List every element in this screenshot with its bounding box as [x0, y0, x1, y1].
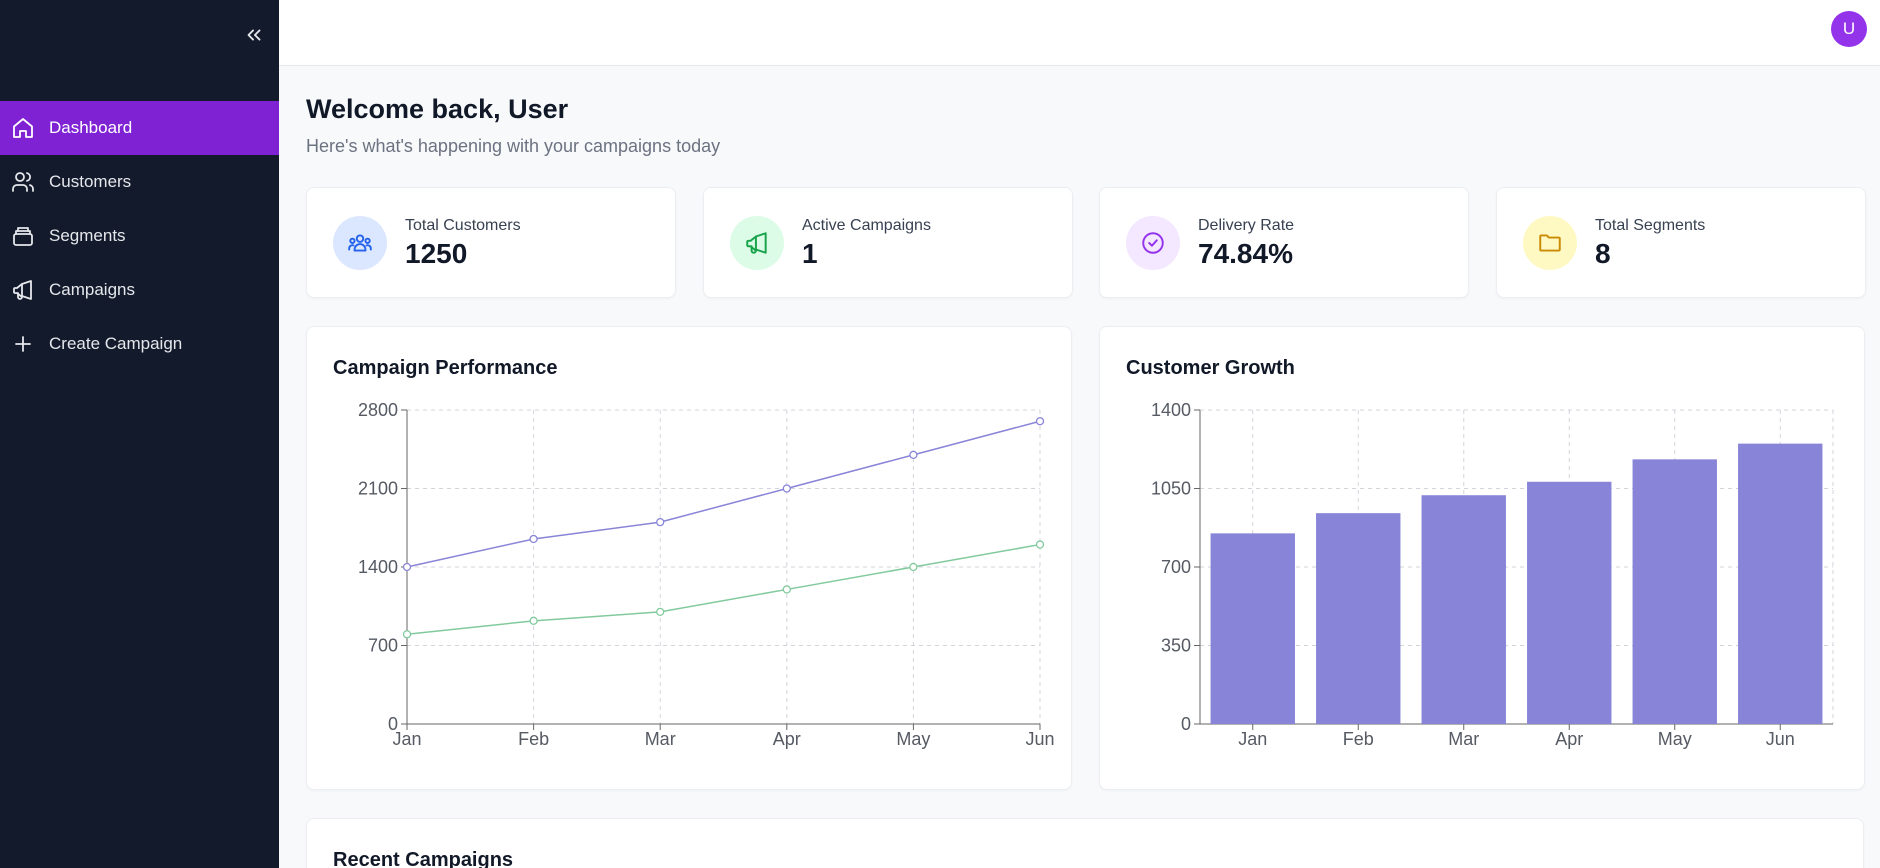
stat-value: 8 [1595, 238, 1611, 269]
bar [1316, 513, 1401, 724]
sidebar-item-segments[interactable]: Segments [0, 209, 279, 263]
data-point [529, 616, 538, 625]
sidebar-item-label: Campaigns [49, 280, 135, 299]
sidebar-item-create-campaign[interactable]: Create Campaign [0, 317, 279, 371]
stat-card-total-segments: Total Segments 8 [1496, 187, 1866, 298]
chart-card-customer-growth: Customer Growth 0 350 700 1050 1400 Jan Feb Mar… [1099, 326, 1865, 790]
y-tick-label: 2100 [358, 479, 398, 499]
x-tick-label: Mar [1448, 729, 1479, 749]
stat-card-delivery-rate: Delivery Rate 74.84% [1099, 187, 1469, 298]
data-point [782, 585, 791, 594]
users-icon [11, 170, 35, 194]
y-tick-label: 2800 [358, 400, 398, 420]
x-tick-label: Jun [1766, 729, 1795, 749]
recent-campaigns-card: Recent Campaigns [306, 818, 1864, 868]
data-point [656, 607, 665, 617]
plus-icon [11, 332, 35, 356]
x-tick-label: Jun [1025, 729, 1054, 749]
megaphone-icon [730, 216, 784, 270]
x-tick-label: Jan [392, 729, 421, 749]
bar [1210, 533, 1295, 724]
bar [1738, 443, 1823, 724]
x-tick-label: Apr [1555, 729, 1583, 749]
x-tick-label: Feb [1343, 729, 1374, 749]
stat-label: Total Segments [1595, 217, 1706, 234]
customer-growth-chart: 0 350 700 1050 1400 Jan Feb Mar Apr May Jun [1151, 400, 1834, 749]
sidebar: Dashboard Customers Segments Campaigns C… [0, 0, 279, 868]
sidebar-item-label: Customers [49, 172, 132, 191]
data-point [909, 450, 918, 460]
folder-icon [1523, 216, 1577, 270]
y-tick-label: 1400 [358, 557, 398, 577]
layers-icon [11, 224, 35, 248]
stat-label: Delivery Rate [1198, 217, 1295, 234]
stat-value: 1 [802, 238, 818, 269]
bar [1421, 495, 1506, 724]
x-tick-label: May [896, 729, 930, 749]
x-tick-label: May [1658, 729, 1692, 749]
bar [1632, 459, 1717, 724]
data-point [656, 517, 665, 527]
sidebar-item-dashboard[interactable]: Dashboard [0, 101, 279, 155]
campaign-performance-chart: 0700140021002800Jan Feb Mar Apr May Jun [358, 400, 1055, 749]
chart-card-campaign-performance: Campaign Performance 0 700 1400 2100 2800 Jan… [306, 326, 1072, 790]
data-point [1035, 540, 1045, 549]
megaphone-icon [11, 278, 35, 302]
stat-card-active-campaigns: Active Campaigns 1 [703, 187, 1073, 298]
x-tick-label: Feb [518, 729, 549, 749]
page-subtitle: Here's what's happening with your campai… [306, 136, 721, 156]
sidebar-nav: Dashboard Customers Segments Campaigns C… [0, 101, 279, 371]
y-tick-label: 1400 [1151, 400, 1191, 420]
section-title: Recent Campaigns [333, 849, 514, 868]
y-tick-label: 350 [1161, 636, 1191, 656]
series-line [406, 420, 1041, 568]
data-point [1035, 417, 1045, 426]
y-tick-label: 0 [1181, 714, 1191, 734]
sidebar-item-label: Dashboard [49, 118, 133, 137]
users-icon [333, 216, 387, 270]
data-point [909, 562, 918, 572]
stat-card-total-customers: Total Customers 1250 [306, 187, 676, 298]
page-title: Welcome back, User [306, 94, 569, 124]
stat-label: Active Campaigns [802, 217, 931, 234]
series-line [406, 543, 1041, 636]
y-tick-label: 700 [368, 636, 398, 656]
sidebar-item-label: Segments [49, 226, 126, 245]
stat-value: 1250 [405, 238, 468, 269]
data-point [402, 630, 412, 639]
sidebar-item-label: Create Campaign [49, 334, 183, 353]
sidebar-item-campaigns[interactable]: Campaigns [0, 263, 279, 317]
top-bar: U [279, 0, 1880, 66]
x-tick-label: Mar [645, 729, 676, 749]
y-tick-label: 1050 [1151, 479, 1191, 499]
stat-label: Total Customers [405, 217, 521, 234]
y-tick-label: 700 [1161, 557, 1191, 577]
collapse-sidebar-icon[interactable] [243, 24, 265, 46]
x-tick-label: Jan [1238, 729, 1267, 749]
avatar[interactable]: U [1831, 11, 1867, 47]
home-icon [11, 116, 35, 140]
data-point [402, 562, 412, 572]
x-tick-label: Apr [773, 729, 801, 749]
data-point [529, 534, 538, 544]
stat-value: 74.84% [1198, 238, 1293, 269]
data-point [782, 484, 791, 493]
check-circle-icon [1126, 216, 1180, 270]
bar [1527, 481, 1612, 724]
sidebar-item-customers[interactable]: Customers [0, 155, 279, 209]
